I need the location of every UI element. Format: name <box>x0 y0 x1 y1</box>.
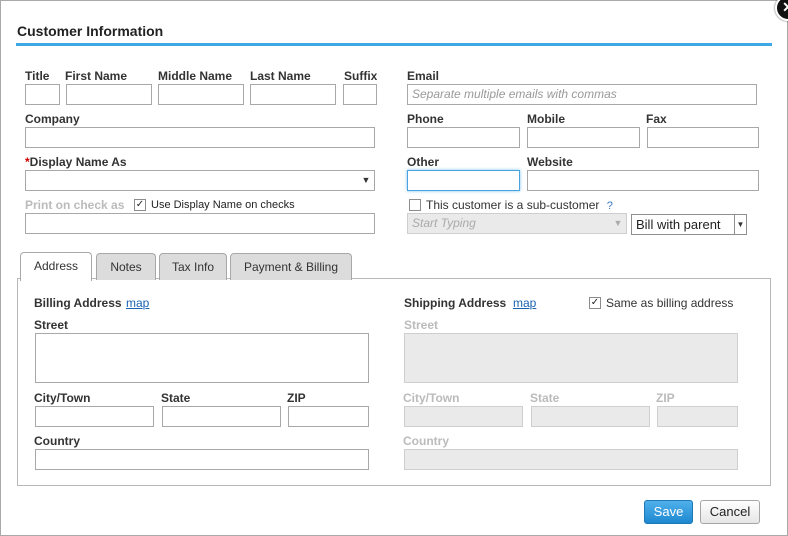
shipping-state-label: State <box>530 391 560 405</box>
billing-country-label: Country <box>34 434 80 448</box>
tab-notes[interactable]: Notes <box>96 253 156 280</box>
chevron-down-icon: ▼ <box>361 175 371 185</box>
billing-country-input[interactable] <box>35 449 369 470</box>
print-on-check-label: Print on check as <box>25 198 125 212</box>
billing-state-label: State <box>161 391 191 405</box>
same-as-billing-label: Same as billing address <box>606 296 734 310</box>
tab-address[interactable]: Address <box>20 252 92 281</box>
shipping-street-label: Street <box>404 318 439 332</box>
dialog-title: Customer Information <box>17 23 164 39</box>
other-label: Other <box>407 155 440 169</box>
sub-customer-label-text: This customer is a sub-customer <box>426 198 600 212</box>
company-label: Company <box>25 112 80 126</box>
shipping-state-input <box>531 406 650 427</box>
shipping-country-label: Country <box>403 434 449 448</box>
display-name-label: *Display Name As <box>25 155 127 169</box>
title-divider <box>16 43 772 46</box>
display-name-label-text: Display Name As <box>29 155 127 169</box>
billing-street-input[interactable] <box>35 333 369 383</box>
shipping-zip-input <box>657 406 738 427</box>
email-placeholder: Separate multiple emails with commas <box>412 87 617 101</box>
fax-label: Fax <box>646 112 667 126</box>
shipping-country-input <box>404 449 738 470</box>
cancel-button[interactable]: Cancel <box>700 500 760 524</box>
billing-street-label: Street <box>34 318 69 332</box>
shipping-city-input <box>404 406 523 427</box>
tab-tax-info[interactable]: Tax Info <box>159 253 227 280</box>
mobile-label: Mobile <box>527 112 565 126</box>
chevron-down-icon: ▼ <box>734 215 746 234</box>
fax-input[interactable] <box>647 127 759 148</box>
other-input[interactable] <box>407 170 520 191</box>
shipping-address-heading: Shipping Address <box>404 296 507 310</box>
shipping-city-label: City/Town <box>403 391 460 405</box>
email-label: Email <box>407 69 440 83</box>
middle-name-label: Middle Name <box>158 69 233 83</box>
shipping-street-input <box>404 333 738 383</box>
billing-city-label: City/Town <box>34 391 91 405</box>
chevron-down-icon: ▼ <box>613 218 623 228</box>
suffix-input[interactable] <box>343 84 377 105</box>
save-button[interactable]: Save <box>644 500 693 524</box>
website-input[interactable] <box>527 170 759 191</box>
last-name-input[interactable] <box>250 84 336 105</box>
billing-map-link[interactable]: map <box>126 296 149 310</box>
display-name-select[interactable]: ▼ <box>25 170 375 191</box>
shipping-zip-label: ZIP <box>656 391 675 405</box>
last-name-label: Last Name <box>250 69 311 83</box>
billing-city-input[interactable] <box>35 406 154 427</box>
parent-customer-select[interactable]: Start Typing ▼ <box>407 213 627 234</box>
sub-customer-checkbox[interactable] <box>409 199 421 211</box>
use-display-name-label: Use Display Name on checks <box>151 199 295 211</box>
first-name-input[interactable] <box>66 84 152 105</box>
billing-zip-input[interactable] <box>288 406 369 427</box>
email-input[interactable]: Separate multiple emails with commas <box>407 84 757 105</box>
tab-payment-billing[interactable]: Payment & Billing <box>230 253 352 280</box>
company-input[interactable] <box>25 127 375 148</box>
billing-zip-label: ZIP <box>287 391 306 405</box>
suffix-label: Suffix <box>344 69 378 83</box>
website-label: Website <box>527 155 573 169</box>
bill-with-parent-value: Bill with parent <box>636 217 721 232</box>
first-name-label: First Name <box>65 69 128 83</box>
customer-information-dialog: Customer Information Title First Name Mi… <box>0 0 788 536</box>
billing-state-input[interactable] <box>162 406 281 427</box>
sub-customer-label: This customer is a sub-customer ? <box>426 198 613 212</box>
print-on-check-input[interactable] <box>25 213 375 234</box>
title-input[interactable] <box>25 84 60 105</box>
phone-input[interactable] <box>407 127 520 148</box>
title-label: Title <box>25 69 50 83</box>
mobile-input[interactable] <box>527 127 640 148</box>
phone-label: Phone <box>407 112 444 126</box>
same-as-billing-checkbox[interactable]: ✓ <box>589 297 601 309</box>
help-icon[interactable]: ? <box>607 200 613 212</box>
bill-with-parent-select[interactable]: Bill with parent ▼ <box>631 214 747 235</box>
billing-address-heading: Billing Address <box>34 296 122 310</box>
use-display-name-checkbox[interactable]: ✓ <box>134 199 146 211</box>
shipping-map-link[interactable]: map <box>513 296 536 310</box>
middle-name-input[interactable] <box>158 84 244 105</box>
parent-customer-placeholder: Start Typing <box>412 216 476 230</box>
